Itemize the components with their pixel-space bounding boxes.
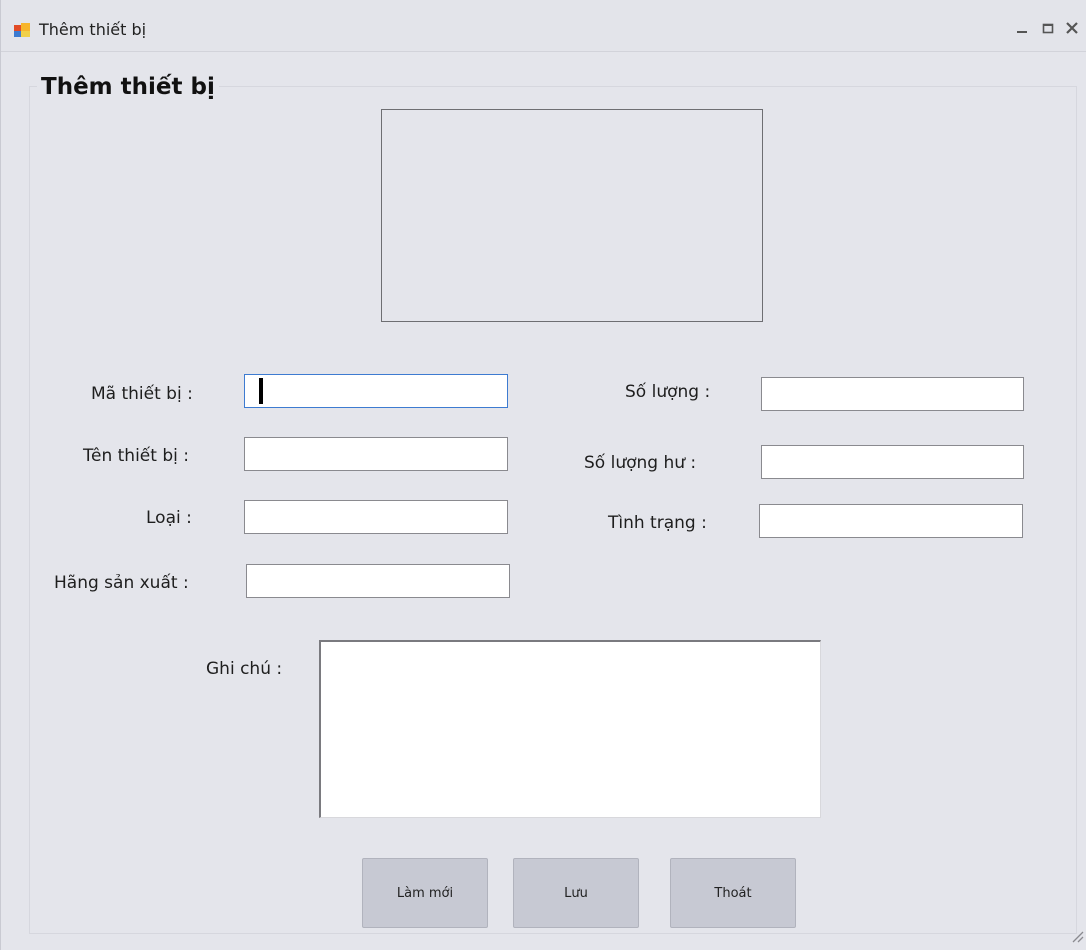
ten-thiet-bi-input[interactable]: [244, 437, 508, 471]
tinh-trang-input[interactable]: [759, 504, 1023, 538]
loai-label: Loại :: [146, 508, 192, 528]
ghi-chu-label: Ghi chú :: [206, 659, 283, 679]
text-caret: [259, 378, 263, 404]
so-luong-hu-input[interactable]: [761, 445, 1024, 479]
so-luong-hu-label: Số lượng hư :: [584, 453, 697, 473]
ma-thiet-bi-label: Mã thiết bị :: [91, 384, 193, 404]
refresh-button[interactable]: Làm mới: [362, 858, 488, 928]
window-title: Thêm thiết bị: [39, 20, 147, 39]
save-button[interactable]: Lưu: [513, 858, 639, 928]
resize-grip-icon[interactable]: [1069, 928, 1085, 944]
title-bar[interactable]: Thêm thiết bị: [1, 0, 1086, 52]
group-title: Thêm thiết bị: [37, 74, 219, 100]
hang-san-xuat-input[interactable]: [246, 564, 510, 598]
exit-button[interactable]: Thoát: [670, 858, 796, 928]
close-icon: [1065, 20, 1079, 39]
app-window-icon: [13, 22, 31, 38]
hang-san-xuat-label: Hãng sản xuất :: [54, 573, 189, 593]
so-luong-label: Số lượng :: [625, 382, 711, 402]
maximize-button[interactable]: [1037, 18, 1059, 40]
device-picture-box[interactable]: [381, 109, 763, 322]
minimize-icon: [1015, 20, 1029, 39]
so-luong-input[interactable]: [761, 377, 1024, 411]
maximize-icon: [1041, 20, 1055, 39]
add-device-window: Thêm thiết bị Thêm thiết bị Mã thiết bị …: [0, 0, 1086, 950]
ghi-chu-textarea[interactable]: [319, 640, 821, 818]
ten-thiet-bi-label: Tên thiết bị :: [83, 446, 189, 466]
tinh-trang-label: Tình trạng :: [608, 513, 707, 533]
ma-thiet-bi-input[interactable]: [244, 374, 508, 408]
close-button[interactable]: [1061, 18, 1083, 40]
loai-input[interactable]: [244, 500, 508, 534]
minimize-button[interactable]: [1011, 18, 1033, 40]
